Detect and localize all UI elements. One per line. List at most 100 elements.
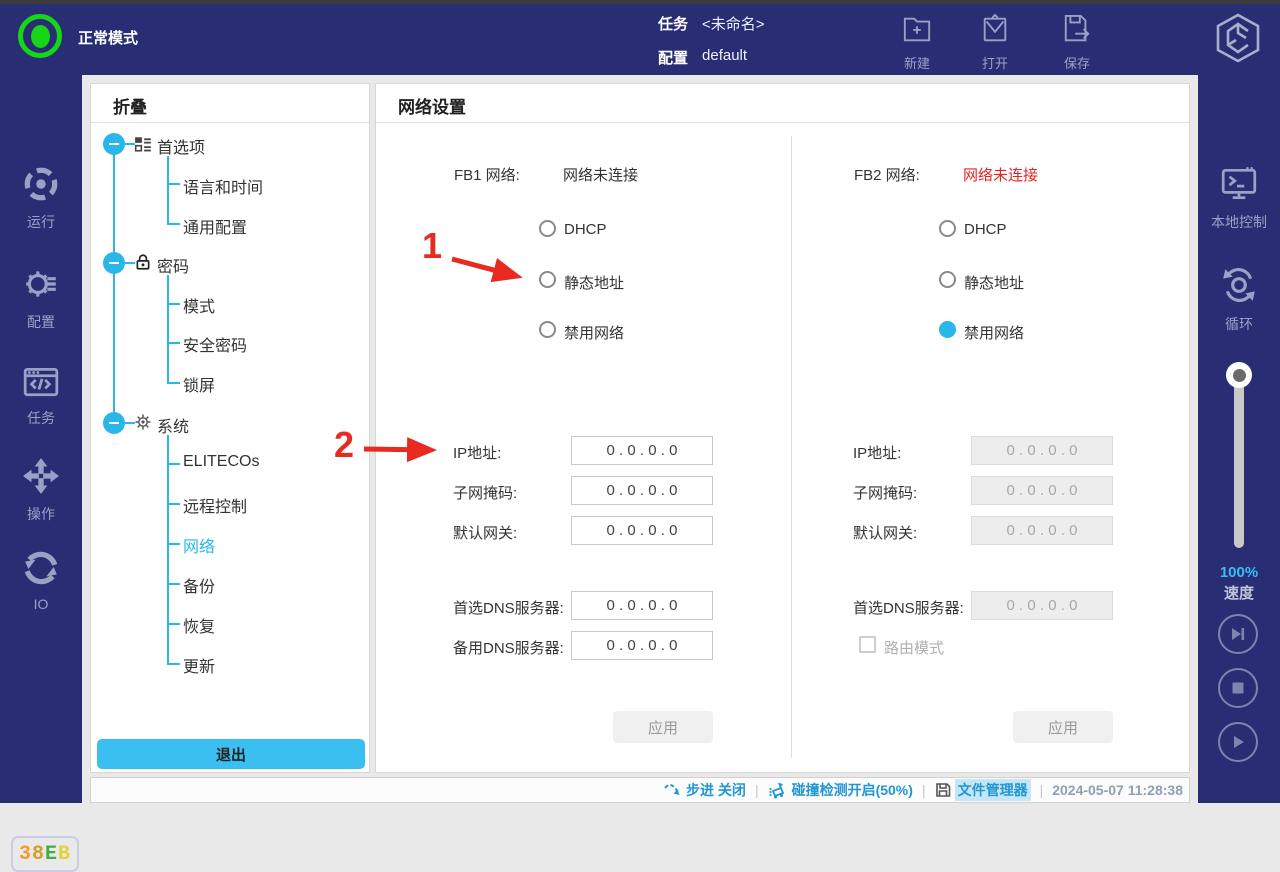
tree-item-safety-password[interactable]: 安全密码 bbox=[183, 332, 247, 356]
fb2-router-mode-label: 路由模式 bbox=[884, 637, 944, 658]
tree-group-password[interactable]: 密码 bbox=[157, 253, 189, 277]
fb2-name-label: FB2 网络: bbox=[854, 164, 920, 185]
file-manager-icon bbox=[935, 782, 951, 798]
sidebar-item-io[interactable]: IO bbox=[0, 549, 82, 612]
tree-line bbox=[167, 463, 180, 465]
fb2-radio-disable[interactable] bbox=[939, 321, 956, 338]
fb1-radio-disable-label[interactable]: 禁用网络 bbox=[564, 322, 624, 343]
tree-item-language-time[interactable]: 语言和时间 bbox=[183, 174, 263, 198]
network-settings-panel: 网络设置 FB1 网络: 网络未连接 DHCP 静态地址 禁用网络 IP地址: … bbox=[375, 83, 1190, 773]
tree-item-network[interactable]: 网络 bbox=[183, 533, 215, 557]
exit-button[interactable]: 退出 bbox=[97, 739, 365, 769]
fb1-radio-dhcp[interactable] bbox=[539, 220, 556, 237]
fb2-ip-input[interactable]: 0 . 0 . 0 . 0 bbox=[971, 436, 1113, 465]
fb1-dns1-input[interactable]: 0 . 0 . 0 . 0 bbox=[571, 591, 713, 620]
preferences-icon bbox=[134, 135, 152, 153]
fb1-radio-disable[interactable] bbox=[539, 321, 556, 338]
step-forward-button[interactable] bbox=[1218, 614, 1258, 654]
divider bbox=[91, 122, 369, 123]
tree-item-lock-screen[interactable]: 锁屏 bbox=[183, 372, 215, 396]
step-status[interactable]: 步进 关闭 bbox=[663, 780, 746, 800]
fb1-gateway-label: 默认网关: bbox=[453, 522, 517, 543]
status-code-badge[interactable]: 38EB bbox=[11, 836, 79, 872]
save-button[interactable]: 保存 bbox=[1048, 13, 1106, 72]
fb1-ip-input[interactable]: 0 . 0 . 0 . 0 bbox=[571, 436, 713, 465]
tree-panel-title[interactable]: 折叠 bbox=[113, 93, 147, 118]
tree-item-general-config[interactable]: 通用配置 bbox=[183, 214, 247, 238]
sidebar-item-operate[interactable]: 操作 bbox=[0, 457, 82, 524]
new-button-label: 新建 bbox=[888, 53, 946, 72]
local-control-label: 本地控制 bbox=[1198, 212, 1280, 232]
tree-item-update[interactable]: 更新 bbox=[183, 653, 215, 677]
tree-group-system[interactable]: 系统 bbox=[157, 413, 189, 437]
fb1-dns2-input[interactable]: 0 . 0 . 0 . 0 bbox=[571, 631, 713, 660]
collision-status[interactable]: 碰撞检测开启(50%) bbox=[768, 780, 913, 800]
play-button[interactable] bbox=[1218, 722, 1258, 762]
fb2-gateway-input[interactable]: 0 . 0 . 0 . 0 bbox=[971, 516, 1113, 545]
open-button[interactable]: 打开 bbox=[966, 13, 1024, 72]
loop-icon bbox=[1219, 292, 1259, 309]
speed-slider-handle[interactable] bbox=[1226, 362, 1252, 388]
sidebar-item-task[interactable]: 任务 bbox=[0, 363, 82, 428]
task-label: 任务 bbox=[658, 13, 688, 34]
save-button-label: 保存 bbox=[1048, 53, 1106, 72]
tree-item-remote-control[interactable]: 远程控制 bbox=[183, 493, 247, 517]
datetime: 2024-05-07 11:28:38 bbox=[1052, 782, 1183, 798]
tree-item-mode[interactable]: 模式 bbox=[183, 293, 215, 317]
column-divider bbox=[791, 136, 792, 758]
divider bbox=[376, 122, 1189, 123]
sidebar-item-config[interactable]: 配置 bbox=[0, 265, 82, 332]
fb2-radio-dhcp[interactable] bbox=[939, 220, 956, 237]
save-icon bbox=[1062, 13, 1092, 50]
speed-slider-track[interactable] bbox=[1234, 375, 1244, 548]
stop-button[interactable] bbox=[1218, 668, 1258, 708]
fb2-subnet-input[interactable]: 0 . 0 . 0 . 0 bbox=[971, 476, 1113, 505]
mode-label: 正常模式 bbox=[78, 0, 138, 75]
fb2-radio-static-label[interactable]: 静态地址 bbox=[964, 272, 1024, 293]
collapse-toggle-password[interactable] bbox=[103, 252, 125, 274]
fb2-dns1-input[interactable]: 0 . 0 . 0 . 0 bbox=[971, 591, 1113, 620]
fb2-radio-dhcp-label[interactable]: DHCP bbox=[964, 221, 1007, 238]
sidebar-item-run[interactable]: 运行 bbox=[0, 165, 82, 232]
collapse-toggle-system[interactable] bbox=[103, 412, 125, 434]
fb2-dns1-label: 首选DNS服务器: bbox=[853, 597, 964, 618]
tree-item-elitecos[interactable]: ELITECOs bbox=[183, 453, 259, 471]
fb2-radio-static[interactable] bbox=[939, 271, 956, 288]
io-icon bbox=[22, 574, 60, 591]
config-row: 配置 default bbox=[658, 47, 747, 68]
sidebar-item-label: 任务 bbox=[0, 408, 82, 428]
tree-line bbox=[167, 543, 180, 545]
tree-item-restore[interactable]: 恢复 bbox=[183, 613, 215, 637]
new-button[interactable]: 新建 bbox=[888, 13, 946, 72]
fb1-ip-label: IP地址: bbox=[453, 442, 501, 463]
fb1-dns1-label: 首选DNS服务器: bbox=[453, 597, 564, 618]
speed-value: 100% bbox=[1198, 564, 1280, 581]
gear-icon bbox=[134, 413, 152, 431]
fb1-radio-static[interactable] bbox=[539, 271, 556, 288]
fb1-radio-dhcp-label[interactable]: DHCP bbox=[564, 221, 607, 238]
fb1-subnet-input[interactable]: 0 . 0 . 0 . 0 bbox=[571, 476, 713, 505]
fb2-radio-disable-label[interactable]: 禁用网络 bbox=[964, 322, 1024, 343]
fb2-apply-button[interactable]: 应用 bbox=[1013, 711, 1113, 743]
fb2-subnet-label: 子网掩码: bbox=[853, 482, 917, 503]
tree-item-backup[interactable]: 备份 bbox=[183, 573, 215, 597]
collapse-toggle-preferences[interactable] bbox=[103, 133, 125, 155]
badge-char: 3 bbox=[19, 843, 32, 866]
open-button-label: 打开 bbox=[966, 53, 1024, 72]
local-control-button[interactable]: 本地控制 bbox=[1198, 165, 1280, 232]
fb2-router-mode-checkbox[interactable] bbox=[859, 636, 876, 653]
open-icon bbox=[980, 13, 1010, 50]
sidebar-item-label: 配置 bbox=[0, 312, 82, 332]
tree-line bbox=[167, 583, 180, 585]
window-top-edge bbox=[0, 0, 1280, 4]
badge-char: B bbox=[58, 843, 71, 866]
fb1-gateway-input[interactable]: 0 . 0 . 0 . 0 bbox=[571, 516, 713, 545]
file-manager-button[interactable]: 文件管理器 bbox=[935, 779, 1031, 801]
fb1-apply-button[interactable]: 应用 bbox=[613, 711, 713, 743]
tree-line bbox=[167, 382, 180, 384]
config-icon bbox=[22, 290, 60, 307]
loop-button[interactable]: 循环 bbox=[1198, 265, 1280, 334]
fb1-radio-static-label[interactable]: 静态地址 bbox=[564, 272, 624, 293]
tree-group-preferences[interactable]: 首选项 bbox=[157, 134, 205, 158]
sidebar-item-label: 运行 bbox=[0, 212, 82, 232]
